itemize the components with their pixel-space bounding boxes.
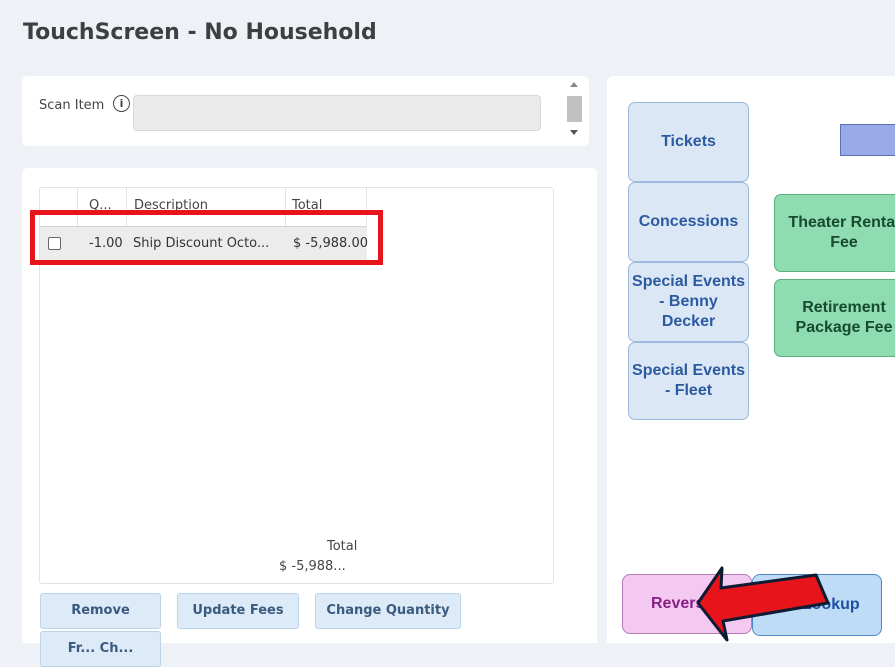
info-icon[interactable]: i: [113, 95, 130, 112]
category-tile-button[interactable]: [840, 124, 895, 156]
scan-panel: Scan Item i: [22, 76, 589, 146]
retirement-package-fee-button[interactable]: Retirement Package Fee: [774, 279, 895, 357]
reverse-button[interactable]: Reverse: [622, 574, 752, 634]
scroll-thumb[interactable]: [567, 96, 582, 122]
highlight-box: [30, 210, 383, 265]
change-quantity-button[interactable]: Change Quantity: [315, 593, 461, 629]
update-fees-button[interactable]: Update Fees: [177, 593, 299, 629]
category-tickets-button[interactable]: Tickets: [628, 102, 749, 182]
grid-total-value: $ -5,988...: [279, 559, 346, 574]
category-concessions-button[interactable]: Concessions: [628, 182, 749, 262]
page-title: TouchScreen - No Household: [23, 20, 377, 45]
theater-rental-fee-button[interactable]: Theater Rental Fee: [774, 194, 895, 272]
scan-scrollbar[interactable]: [565, 78, 585, 144]
category-special-events-benny-button[interactable]: Special Events - Benny Decker: [628, 262, 749, 342]
hh-lookup-button[interactable]: HH Lookup: [752, 574, 882, 636]
partial-action-button[interactable]: Fr... Ch...: [40, 631, 161, 667]
category-panel: Tickets Concessions Special Events - Ben…: [607, 76, 895, 643]
category-special-events-fleet-button[interactable]: Special Events - Fleet: [628, 342, 749, 420]
grid-total-label: Total: [327, 539, 358, 554]
remove-button[interactable]: Remove: [40, 593, 161, 629]
scroll-down-icon[interactable]: [570, 130, 578, 135]
scan-item-input[interactable]: [133, 95, 541, 131]
scroll-up-icon[interactable]: [570, 82, 578, 87]
scan-item-label: Scan Item: [39, 98, 105, 113]
